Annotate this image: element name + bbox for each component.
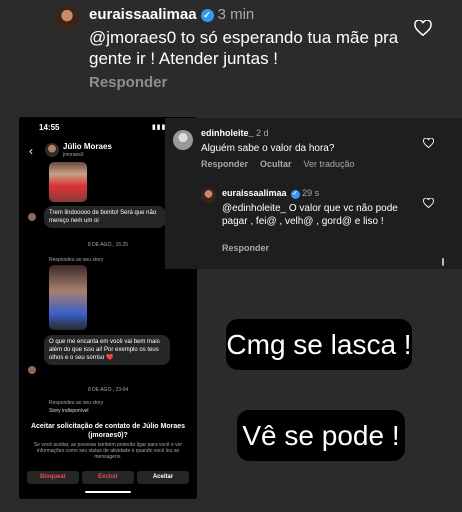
contact-avatar <box>45 143 59 157</box>
sender-avatar <box>28 213 36 221</box>
top-comment-reply-button[interactable]: Responder <box>89 74 167 91</box>
comment2-username[interactable]: euraissaalimaa <box>222 188 287 198</box>
comment2-actions: Responder <box>222 243 281 253</box>
comment1-reply-button[interactable]: Responder <box>201 159 248 169</box>
back-arrow-icon[interactable]: ‹ <box>29 144 33 158</box>
accept-request-title: Aceitar solicitação de contato de Júlio … <box>30 423 186 439</box>
accept-button[interactable]: Aceitar <box>137 471 189 484</box>
comment2-heart-icon[interactable] <box>423 198 434 208</box>
story-unavailable: Story indisponível <box>49 408 89 414</box>
message-bubble-1: Trem lindooooo de bonito! Será que não m… <box>44 206 166 228</box>
comment2-header: euraissaalimaa ✓ 29 s <box>222 188 319 199</box>
comment2-reply-button[interactable]: Responder <box>222 243 269 253</box>
comment1-text: Alguém sabe o valor da hora? <box>201 143 335 154</box>
comment2-avatar[interactable] <box>201 188 216 203</box>
top-comment-time: 3 min <box>217 6 255 23</box>
home-indicator <box>85 491 131 493</box>
delete-button[interactable]: Excluir <box>82 471 134 484</box>
scrollbar[interactable] <box>442 258 444 266</box>
comment2-time: 29 s <box>302 188 320 198</box>
top-comment-text: @jmoraes0 to só esperando tua mãe pra ge… <box>89 28 399 68</box>
story-image-2 <box>49 265 87 330</box>
comment1-time: 2 d <box>256 128 269 138</box>
verified-badge-icon: ✓ <box>200 9 214 22</box>
comments-overlay: edinholeite_ 2 d Alguém sabe o valor da … <box>165 118 462 269</box>
heart-icon[interactable] <box>414 20 432 36</box>
accept-request-description: Se você aceitar, as pessoas também poder… <box>33 442 183 460</box>
contact-name: Júlio Moraes <box>63 142 112 151</box>
comment1-actions: Responder Ocultar Ver tradução <box>201 159 367 169</box>
comment2-text: @edinholeite_ O valor que vc não pode pa… <box>222 203 398 227</box>
comment2-verified-icon: ✓ <box>290 190 300 199</box>
comment1-translate-button[interactable]: Ver tradução <box>304 159 355 169</box>
story-reply-label-2: Respondeu ao seu story <box>49 400 104 406</box>
block-button[interactable]: Bloquear <box>27 471 79 484</box>
contact-handle: jmoraes0 <box>63 152 84 158</box>
story-image-1 <box>49 162 87 202</box>
comment1-hide-button[interactable]: Ocultar <box>260 159 292 169</box>
message-bubble-2: O que me encanta em você vai bem mais al… <box>44 335 170 365</box>
phone-status-time: 14:55 <box>39 123 60 132</box>
comment1-username[interactable]: edinholeite_ <box>201 128 254 138</box>
top-comment-username[interactable]: euraissaalimaa <box>89 6 197 23</box>
top-comment-header: euraissaalimaa ✓ 3 min <box>89 6 254 23</box>
text-sticker-1: Cmg se lasca ! <box>226 319 412 370</box>
comment1-avatar[interactable] <box>173 130 193 150</box>
top-comment-avatar[interactable] <box>55 6 79 30</box>
text-sticker-2: Vê se pode ! <box>237 410 405 461</box>
story-reply-label: Respondeu ao seu story <box>49 257 104 263</box>
sender-avatar <box>28 366 36 374</box>
comment1-header: edinholeite_ 2 d <box>201 128 269 138</box>
comment1-heart-icon[interactable] <box>423 138 434 148</box>
message-date-2: 8 DE AGO., 23:04 <box>87 387 129 393</box>
